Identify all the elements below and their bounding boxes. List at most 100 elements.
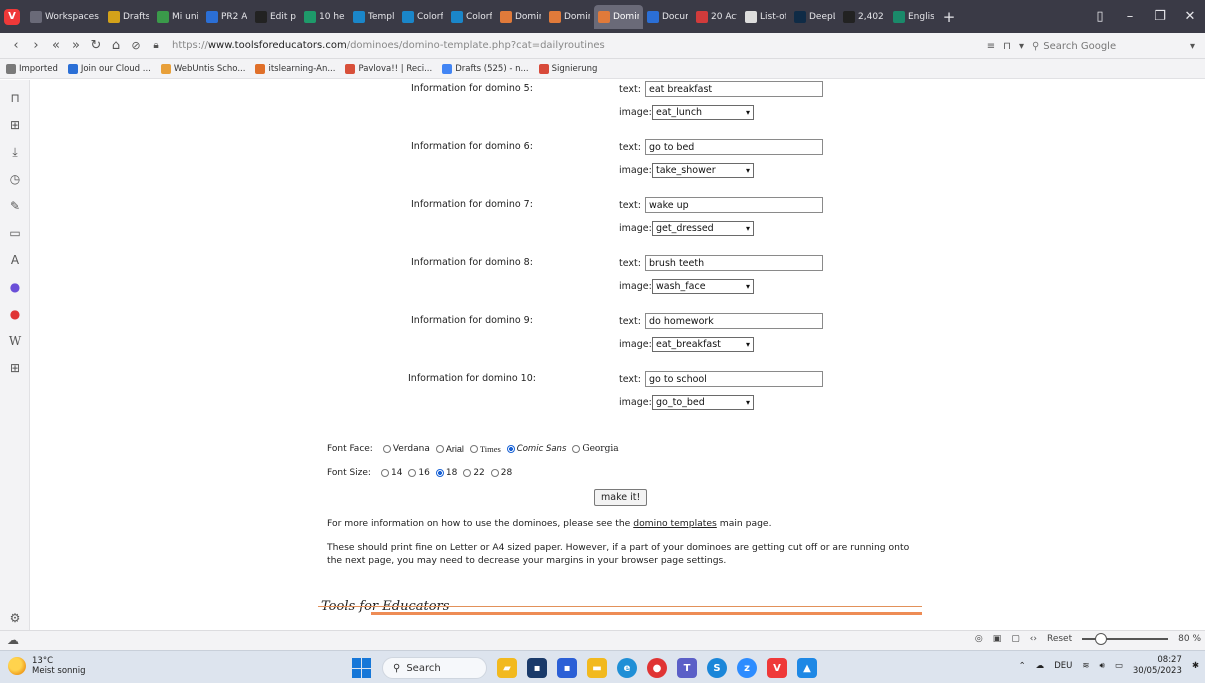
bookmark-icon[interactable]: ⊓ xyxy=(1003,41,1011,52)
font-face-option[interactable]: Arial xyxy=(435,444,464,454)
bookmark-item[interactable]: Pavlova!! | Reci... xyxy=(345,63,432,74)
volume-icon[interactable]: 🔊︎ xyxy=(1099,661,1104,671)
notifications-icon[interactable]: ✱ xyxy=(1192,661,1199,671)
browser-tab[interactable]: Docum xyxy=(643,5,692,29)
domino-image-select[interactable]: eat_lunch ▾ xyxy=(652,105,754,120)
radio-button[interactable] xyxy=(572,445,581,453)
bookmark-item[interactable]: Imported xyxy=(6,63,58,74)
capture-icon[interactable]: ◎ xyxy=(975,634,983,644)
radio-button[interactable] xyxy=(408,469,417,477)
make-it-button[interactable]: make it! xyxy=(594,489,648,506)
weather-widget[interactable]: 13°C Meist sonnig xyxy=(8,656,86,676)
browser-tab[interactable]: 20 Act xyxy=(692,5,741,29)
browser-tab[interactable]: English xyxy=(889,5,938,29)
folder-icon[interactable]: ▬ xyxy=(587,658,607,678)
url-field[interactable]: https://www.toolsforeducators.com/domino… xyxy=(172,40,605,51)
radio-button[interactable] xyxy=(506,445,515,453)
browser-tab[interactable]: Edit p xyxy=(251,5,300,29)
chrome-browser-icon[interactable]: ● xyxy=(647,658,667,678)
radio-button[interactable] xyxy=(463,469,472,477)
fast-forward-icon[interactable]: » xyxy=(66,38,86,53)
add-panel-icon[interactable]: ⊞ xyxy=(7,360,23,376)
reading-list-icon[interactable]: ⊞ xyxy=(7,117,23,133)
font-size-option[interactable]: 14 xyxy=(380,468,402,478)
domino-image-select[interactable]: wash_face ▾ xyxy=(652,279,754,294)
tab-overview-icon[interactable]: ▯ xyxy=(1085,9,1115,24)
minimize-button[interactable]: – xyxy=(1115,9,1145,24)
font-face-option[interactable]: Georgia xyxy=(572,444,619,454)
reload-icon[interactable]: ↻ xyxy=(86,38,106,53)
home-icon[interactable]: ⌂ xyxy=(106,38,126,53)
close-button[interactable]: ✕ xyxy=(1175,9,1205,24)
domino-text-input[interactable] xyxy=(645,313,823,329)
browser-logo-icon[interactable]: V xyxy=(4,8,20,25)
bookmark-item[interactable]: WebUntis Scho... xyxy=(160,63,245,74)
bookmarks-panel-icon[interactable]: ⊓ xyxy=(7,90,23,106)
browser-tab[interactable]: List-of xyxy=(741,5,790,29)
taskbar-search[interactable]: ⚲ Search xyxy=(382,657,487,679)
domino-text-input[interactable] xyxy=(645,81,823,97)
font-face-option[interactable]: Comic Sans xyxy=(506,444,566,454)
rewind-icon[interactable]: « xyxy=(46,38,66,53)
font-face-option[interactable]: Times xyxy=(469,444,501,454)
tracker-blocker-icon[interactable]: ⊘ xyxy=(126,39,146,52)
windows-start-icon[interactable] xyxy=(352,658,372,678)
page-actions-icon[interactable]: ‹› xyxy=(1030,634,1037,644)
zoom-slider-knob[interactable] xyxy=(1095,633,1108,645)
wifi-icon[interactable]: ≋ xyxy=(1082,661,1089,671)
domino-text-input[interactable] xyxy=(645,139,823,155)
font-face-option[interactable]: Verdana xyxy=(382,444,430,454)
back-icon[interactable]: ‹ xyxy=(6,38,26,53)
reader-view-icon[interactable]: ≡ xyxy=(987,41,995,52)
onedrive-icon[interactable]: ☁ xyxy=(1036,661,1045,671)
vivaldi-taskbar-icon[interactable]: V xyxy=(767,658,787,678)
chat-icon[interactable]: ▪ xyxy=(557,658,577,678)
chevron-down-icon[interactable]: ▾ xyxy=(1019,41,1024,52)
browser-tab[interactable]: Domin xyxy=(496,5,545,29)
zoom-app-icon[interactable]: z xyxy=(737,658,757,678)
radio-button[interactable] xyxy=(380,469,389,477)
bookmark-item[interactable]: Signierung xyxy=(538,63,597,74)
domino-image-select[interactable]: get_dressed ▾ xyxy=(652,221,754,236)
sync-cloud-icon[interactable]: ☁ xyxy=(7,633,19,647)
font-size-option[interactable]: 18 xyxy=(435,468,457,478)
font-size-option[interactable]: 28 xyxy=(490,468,512,478)
tray-chevron-up-icon[interactable]: ⌃ xyxy=(1019,661,1026,671)
lock-icon[interactable]: 🔒︎ xyxy=(146,40,166,51)
bookmark-item[interactable]: itslearning-An... xyxy=(255,63,335,74)
photos-icon[interactable]: ▲ xyxy=(797,658,817,678)
domino-text-input[interactable] xyxy=(645,371,823,387)
browser-tab[interactable]: Domin xyxy=(594,4,643,29)
domino-text-input[interactable] xyxy=(645,255,823,271)
window-tiling-icon[interactable]: ▢ xyxy=(1011,634,1020,644)
radio-button[interactable] xyxy=(435,445,444,453)
history-icon[interactable]: ◷ xyxy=(7,171,23,187)
browser-tab[interactable]: PR2 A xyxy=(202,5,251,29)
wikipedia-icon[interactable]: W xyxy=(7,333,23,349)
zoom-slider[interactable] xyxy=(1082,633,1169,645)
radio-button[interactable] xyxy=(382,445,391,453)
browser-tab[interactable]: 2,402 xyxy=(839,5,889,29)
bookmark-item[interactable]: Join our Cloud ... xyxy=(67,63,151,74)
clock[interactable]: 08:27 30/05/2023 xyxy=(1133,655,1182,677)
image-toggle-icon[interactable]: ▣ xyxy=(993,634,1002,644)
bookmark-item[interactable]: Drafts (525) - n... xyxy=(442,63,529,74)
domino-image-select[interactable]: go_to_bed ▾ xyxy=(652,395,754,410)
task-view-icon[interactable]: ▪ xyxy=(527,658,547,678)
browser-tab[interactable]: Drafts xyxy=(104,5,153,29)
window-panel-icon[interactable]: ▭ xyxy=(7,225,23,241)
mastodon-icon[interactable]: ● xyxy=(7,279,23,295)
zoom-reset-button[interactable]: Reset xyxy=(1047,634,1072,644)
font-size-option[interactable]: 22 xyxy=(463,468,485,478)
input-language[interactable]: DEU xyxy=(1054,661,1072,671)
browser-tab[interactable]: DeepL xyxy=(790,5,839,29)
browser-tab[interactable]: Templ xyxy=(349,5,398,29)
radio-button[interactable] xyxy=(490,469,499,477)
domino-text-input[interactable] xyxy=(645,197,823,213)
downloads-icon[interactable]: ⤓ xyxy=(7,144,23,160)
browser-tab[interactable]: Colorf xyxy=(398,5,447,29)
notes-icon[interactable]: ✎ xyxy=(7,198,23,214)
vivaldi-panel-icon[interactable]: ● xyxy=(7,306,23,322)
font-size-option[interactable]: 16 xyxy=(408,468,430,478)
search-engine-chevron-icon[interactable]: ▾ xyxy=(1190,41,1195,52)
